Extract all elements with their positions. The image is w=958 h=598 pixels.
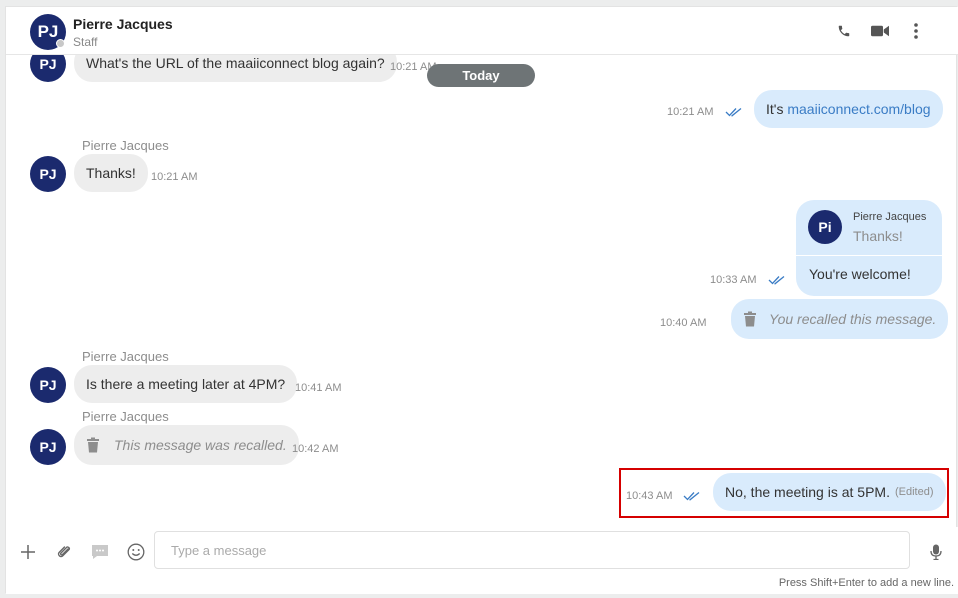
microphone-icon[interactable]: [926, 542, 946, 562]
phone-icon[interactable]: [834, 21, 854, 41]
trash-icon: [87, 437, 99, 453]
sms-template-icon[interactable]: [90, 542, 110, 562]
message-text: You're welcome!: [809, 266, 911, 282]
message-time: 10:40 AM: [660, 317, 707, 329]
chat-header: PJ Pierre Jacques Staff: [6, 7, 958, 55]
read-receipt-icon: [683, 491, 700, 501]
avatar: PJ: [30, 156, 66, 192]
video-icon[interactable]: [870, 21, 890, 41]
message-time: 10:43 AM: [626, 490, 673, 502]
message-text: What's the URL of the maaiiconnect blog …: [86, 55, 385, 71]
message-text: Is there a meeting later at 4PM?: [86, 376, 286, 392]
presence-status-icon: [56, 39, 65, 48]
avatar: PJ: [30, 367, 66, 403]
date-separator: Today: [427, 64, 535, 87]
quoted-sender: Pierre Jacques: [853, 211, 927, 223]
emoji-icon[interactable]: [126, 542, 146, 562]
chat-window: PJ What's the URL of the maaiiconnect bl…: [5, 6, 958, 594]
message-link[interactable]: maaiiconnect.com/blog: [787, 101, 930, 117]
read-receipt-icon: [768, 275, 785, 285]
trash-icon: [744, 311, 756, 327]
message-time: 10:21 AM: [151, 171, 198, 183]
message-time: 10:21 AM: [667, 106, 714, 118]
message-composer: Press Shift+Enter to add a new line.: [6, 527, 958, 594]
composer-hint: Press Shift+Enter to add a new line.: [778, 577, 954, 589]
quoted-text: Thanks!: [853, 228, 903, 244]
contact-role: Staff: [73, 35, 98, 49]
message-list[interactable]: PJ What's the URL of the maaiiconnect bl…: [6, 7, 958, 527]
message-time: 10:41 AM: [295, 382, 342, 394]
message-text: No, the meeting is at 5PM.: [725, 484, 890, 500]
message-bubble[interactable]: This message was recalled.: [74, 425, 299, 465]
message-text: You recalled this message.: [769, 311, 937, 327]
message-input[interactable]: [154, 531, 910, 569]
message-bubble[interactable]: Is there a meeting later at 4PM?: [74, 365, 298, 403]
plus-icon[interactable]: [18, 542, 38, 562]
reply-message-bubble[interactable]: Pi Pierre Jacques Thanks! You're welcome…: [796, 200, 942, 296]
sender-name: Pierre Jacques: [82, 409, 169, 424]
edited-label: (Edited): [894, 486, 934, 498]
attachment-icon[interactable]: [54, 542, 74, 562]
message-bubble[interactable]: You recalled this message.: [731, 299, 949, 339]
more-vertical-icon[interactable]: [906, 21, 926, 41]
message-text: Thanks!: [86, 165, 136, 181]
message-bubble[interactable]: Thanks!: [74, 154, 148, 192]
message-time: 10:33 AM: [710, 274, 757, 286]
contact-name[interactable]: Pierre Jacques: [73, 16, 173, 32]
message-text: This message was recalled.: [114, 437, 287, 453]
sender-name: Pierre Jacques: [82, 138, 169, 153]
message-bubble[interactable]: No, the meeting is at 5PM. (Edited): [713, 473, 946, 511]
sender-name: Pierre Jacques: [82, 349, 169, 364]
quoted-message[interactable]: Pi Pierre Jacques Thanks!: [796, 200, 942, 256]
read-receipt-icon: [725, 107, 742, 117]
avatar: PJ: [30, 429, 66, 465]
message-bubble[interactable]: It's maaiiconnect.com/blog: [754, 90, 943, 128]
message-text: It's: [766, 101, 788, 117]
message-time: 10:42 AM: [292, 443, 339, 455]
avatar: Pi: [808, 210, 842, 244]
